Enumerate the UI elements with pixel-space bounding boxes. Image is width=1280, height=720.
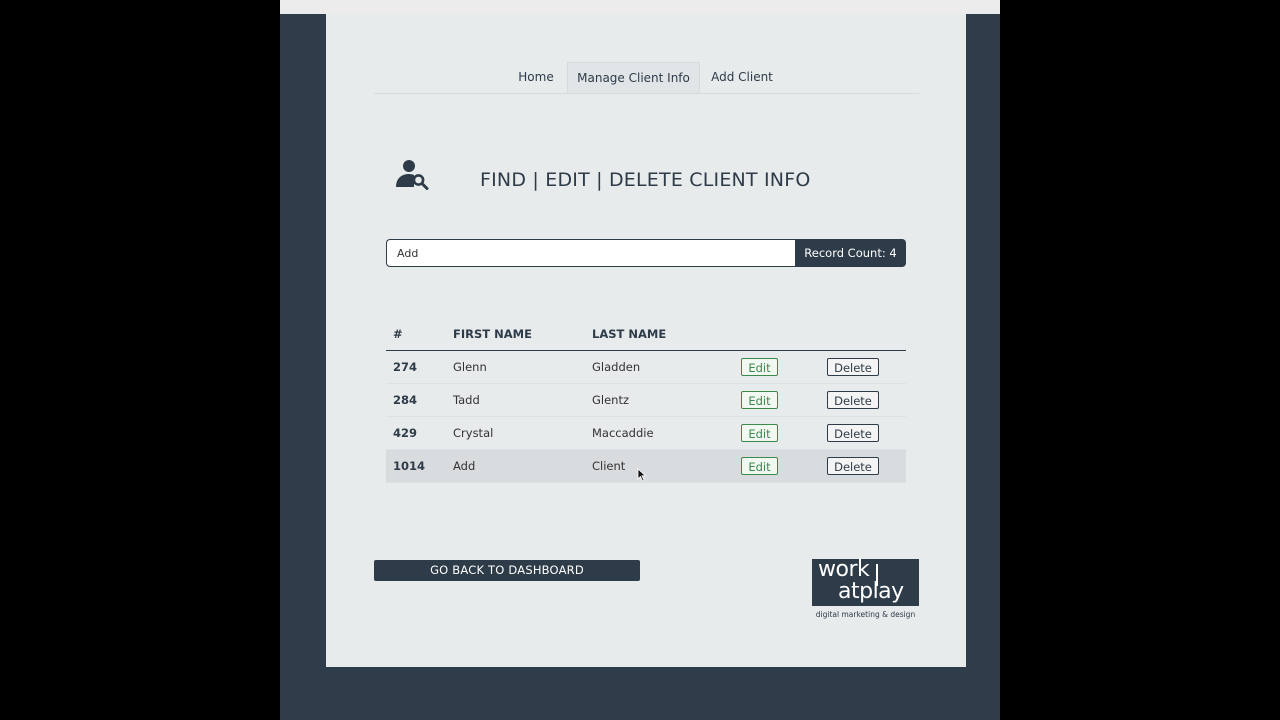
edit-button[interactable]: Edit: [741, 457, 778, 475]
row-id: 1014: [393, 459, 426, 473]
row-id: 284: [393, 393, 418, 407]
delete-button[interactable]: Delete: [827, 391, 879, 409]
tab-home[interactable]: Home: [509, 62, 563, 93]
delete-button[interactable]: Delete: [827, 358, 879, 376]
browser-top-strip: [280, 0, 1000, 14]
row-last-name: Gladden: [592, 360, 641, 374]
tab-add-client[interactable]: Add Client: [704, 62, 780, 93]
column-header-last-name: LAST NAME: [592, 327, 667, 341]
row-first-name: Crystal: [453, 426, 494, 440]
table-row: 274 Glenn Gladden Edit Delete: [386, 351, 906, 384]
table-row: 429 Crystal Maccaddie Edit Delete: [386, 417, 906, 450]
logo-text-atplay: atplay: [838, 579, 904, 604]
page-title: FIND | EDIT | DELETE CLIENT INFO: [480, 169, 811, 191]
nav-tabs: Home Manage Client Info Add Client: [374, 62, 919, 94]
column-header-first-name: FIRST NAME: [453, 327, 532, 341]
row-last-name: Client: [592, 459, 626, 473]
table-header: # FIRST NAME LAST NAME: [386, 319, 906, 351]
edit-button[interactable]: Edit: [741, 424, 778, 442]
edit-button[interactable]: Edit: [741, 391, 778, 409]
row-id: 429: [393, 426, 418, 440]
mouse-cursor-icon: [637, 468, 647, 482]
main-panel: Home Manage Client Info Add Client FIND …: [326, 14, 966, 667]
search-input[interactable]: [386, 239, 795, 267]
person-search-icon: [396, 160, 429, 190]
edit-button[interactable]: Edit: [741, 358, 778, 376]
workatplay-logo: work atplay: [812, 559, 919, 606]
delete-button[interactable]: Delete: [827, 457, 879, 475]
column-header-id: #: [393, 327, 403, 341]
row-last-name: Glentz: [592, 393, 630, 407]
back-to-dashboard-button[interactable]: GO BACK TO DASHBOARD: [374, 560, 640, 581]
table-row: 284 Tadd Glentz Edit Delete: [386, 384, 906, 417]
record-count-badge: Record Count: 4: [795, 239, 906, 267]
logo-tagline: digital marketing & design: [815, 610, 916, 619]
row-first-name: Add: [453, 459, 476, 473]
delete-button[interactable]: Delete: [827, 424, 879, 442]
tab-manage-client-info[interactable]: Manage Client Info: [567, 62, 700, 93]
row-first-name: Glenn: [453, 360, 487, 374]
row-first-name: Tadd: [453, 393, 480, 407]
row-last-name: Maccaddie: [592, 426, 654, 440]
row-id: 274: [393, 360, 418, 374]
client-table: # FIRST NAME LAST NAME 274 Glenn Gladden…: [386, 319, 906, 483]
